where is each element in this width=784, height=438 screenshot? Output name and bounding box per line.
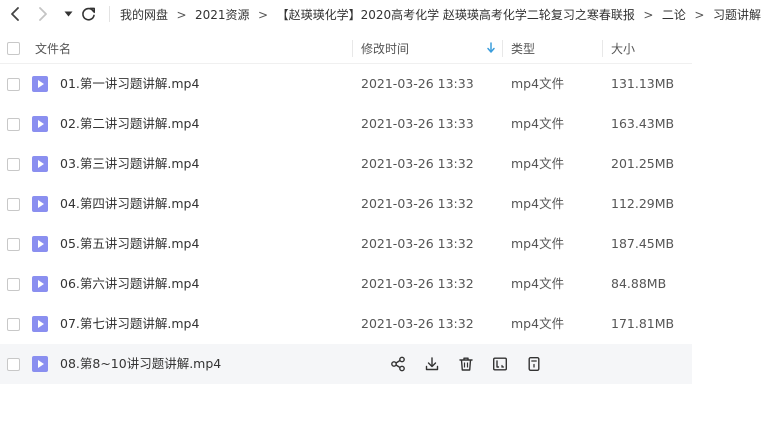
text-extract-button[interactable]	[490, 354, 510, 374]
file-name[interactable]: 05.第五讲习题讲解.mp4	[60, 224, 199, 264]
table-row-hovered[interactable]: 08.第8~10讲习题讲解.mp4	[0, 344, 692, 384]
chevron-left-icon	[11, 7, 19, 21]
file-type: mp4文件	[511, 156, 565, 171]
table-row[interactable]: 03.第三讲习题讲解.mp4 2021-03-26 13:32 mp4文件 20…	[0, 144, 692, 184]
table-row[interactable]: 02.第二讲习题讲解.mp4 2021-03-26 13:33 mp4文件 16…	[0, 104, 692, 144]
video-file-icon	[32, 276, 48, 292]
history-dropdown-button[interactable]	[59, 5, 77, 23]
chevron-right-icon	[39, 7, 47, 21]
download-icon	[425, 357, 439, 371]
modified-time: 2021-03-26 13:33	[361, 116, 474, 131]
file-size: 84.88MB	[611, 276, 667, 291]
file-list: 01.第一讲习题讲解.mp4 2021-03-26 13:33 mp4文件 13…	[0, 64, 692, 384]
breadcrumb-separator: >	[176, 7, 187, 22]
breadcrumb-item-2021[interactable]: 2021资源	[195, 6, 250, 23]
forward-button[interactable]	[34, 5, 52, 23]
navigation-bar: 我的网盘 > 2021资源 > 【赵瑛瑛化学】2020高考化学 赵瑛瑛高考化学二…	[0, 0, 784, 29]
caret-down-icon	[64, 11, 72, 17]
text-extract-icon	[493, 357, 508, 371]
video-file-icon	[32, 196, 48, 212]
column-header-time[interactable]: 修改时间	[361, 33, 409, 63]
column-header-size[interactable]: 大小	[611, 33, 635, 63]
breadcrumb-item-course[interactable]: 【赵瑛瑛化学】2020高考化学 赵瑛瑛高考化学二轮复习之寒春联报	[277, 6, 635, 23]
breadcrumb: 我的网盘 > 2021资源 > 【赵瑛瑛化学】2020高考化学 赵瑛瑛高考化学二…	[120, 0, 761, 29]
video-file-icon	[32, 76, 48, 92]
breadcrumb-item-second-review[interactable]: 二论	[662, 6, 686, 23]
column-divider[interactable]	[502, 40, 503, 57]
file-name[interactable]: 08.第8~10讲习题讲解.mp4	[60, 344, 221, 384]
row-checkbox[interactable]	[7, 198, 20, 211]
file-size: 131.13MB	[611, 76, 675, 91]
file-name[interactable]: 04.第四讲习题讲解.mp4	[60, 184, 199, 224]
modified-time: 2021-03-26 13:32	[361, 156, 474, 171]
refresh-icon	[81, 7, 95, 21]
file-type: mp4文件	[511, 116, 565, 131]
modified-time: 2021-03-26 13:32	[361, 276, 474, 291]
file-table-header: 文件名 修改时间 类型 大小	[0, 33, 692, 64]
file-size: 163.43MB	[611, 116, 675, 131]
row-checkbox[interactable]	[7, 358, 20, 371]
video-file-icon	[32, 236, 48, 252]
table-row[interactable]: 06.第六讲习题讲解.mp4 2021-03-26 13:32 mp4文件 84…	[0, 264, 692, 304]
column-header-type[interactable]: 类型	[511, 33, 535, 63]
share-icon	[391, 356, 405, 372]
more-button[interactable]	[524, 354, 544, 374]
row-checkbox[interactable]	[7, 318, 20, 331]
modified-time: 2021-03-26 13:32	[361, 316, 474, 331]
file-size: 187.45MB	[611, 236, 675, 251]
file-size: 201.25MB	[611, 156, 675, 171]
row-checkbox[interactable]	[7, 78, 20, 91]
video-file-icon	[32, 116, 48, 132]
select-all-checkbox[interactable]	[7, 42, 20, 55]
modified-time: 2021-03-26 13:32	[361, 196, 474, 211]
file-name[interactable]: 01.第一讲习题讲解.mp4	[60, 64, 199, 104]
column-header-name[interactable]: 文件名	[35, 33, 71, 63]
file-type: mp4文件	[511, 196, 565, 211]
breadcrumb-item-root[interactable]: 我的网盘	[120, 6, 168, 23]
download-button[interactable]	[422, 354, 442, 374]
table-row[interactable]: 01.第一讲习题讲解.mp4 2021-03-26 13:33 mp4文件 13…	[0, 64, 692, 104]
file-size: 112.29MB	[611, 196, 675, 211]
breadcrumb-item-current[interactable]: 习题讲解	[713, 6, 761, 23]
row-checkbox[interactable]	[7, 278, 20, 291]
nav-divider	[109, 6, 110, 22]
row-checkbox[interactable]	[7, 238, 20, 251]
table-row[interactable]: 05.第五讲习题讲解.mp4 2021-03-26 13:32 mp4文件 18…	[0, 224, 692, 264]
row-action-bar	[388, 354, 558, 374]
modified-time: 2021-03-26 13:32	[361, 236, 474, 251]
delete-icon	[459, 357, 473, 371]
table-row[interactable]: 04.第四讲习题讲解.mp4 2021-03-26 13:32 mp4文件 11…	[0, 184, 692, 224]
video-file-icon	[32, 356, 48, 372]
file-name[interactable]: 07.第七讲习题讲解.mp4	[60, 304, 199, 344]
file-name[interactable]: 06.第六讲习题讲解.mp4	[60, 264, 199, 304]
breadcrumb-separator: >	[643, 7, 654, 22]
table-row[interactable]: 07.第七讲习题讲解.mp4 2021-03-26 13:32 mp4文件 17…	[0, 304, 692, 344]
breadcrumb-separator: >	[258, 7, 269, 22]
sort-descending-icon[interactable]	[486, 42, 496, 54]
row-checkbox[interactable]	[7, 158, 20, 171]
file-size: 171.81MB	[611, 316, 675, 331]
row-checkbox[interactable]	[7, 118, 20, 131]
delete-button[interactable]	[456, 354, 476, 374]
breadcrumb-separator: >	[694, 7, 705, 22]
file-type: mp4文件	[511, 316, 565, 331]
file-type: mp4文件	[511, 76, 565, 91]
file-name[interactable]: 03.第三讲习题讲解.mp4	[60, 144, 199, 184]
file-type: mp4文件	[511, 276, 565, 291]
file-type: mp4文件	[511, 236, 565, 251]
back-button[interactable]	[6, 5, 24, 23]
video-file-icon	[32, 316, 48, 332]
share-button[interactable]	[388, 354, 408, 374]
column-divider[interactable]	[352, 40, 353, 57]
file-name[interactable]: 02.第二讲习题讲解.mp4	[60, 104, 199, 144]
more-icon	[528, 357, 540, 372]
video-file-icon	[32, 156, 48, 172]
column-divider[interactable]	[602, 40, 603, 57]
modified-time: 2021-03-26 13:33	[361, 76, 474, 91]
refresh-button[interactable]	[79, 5, 97, 23]
